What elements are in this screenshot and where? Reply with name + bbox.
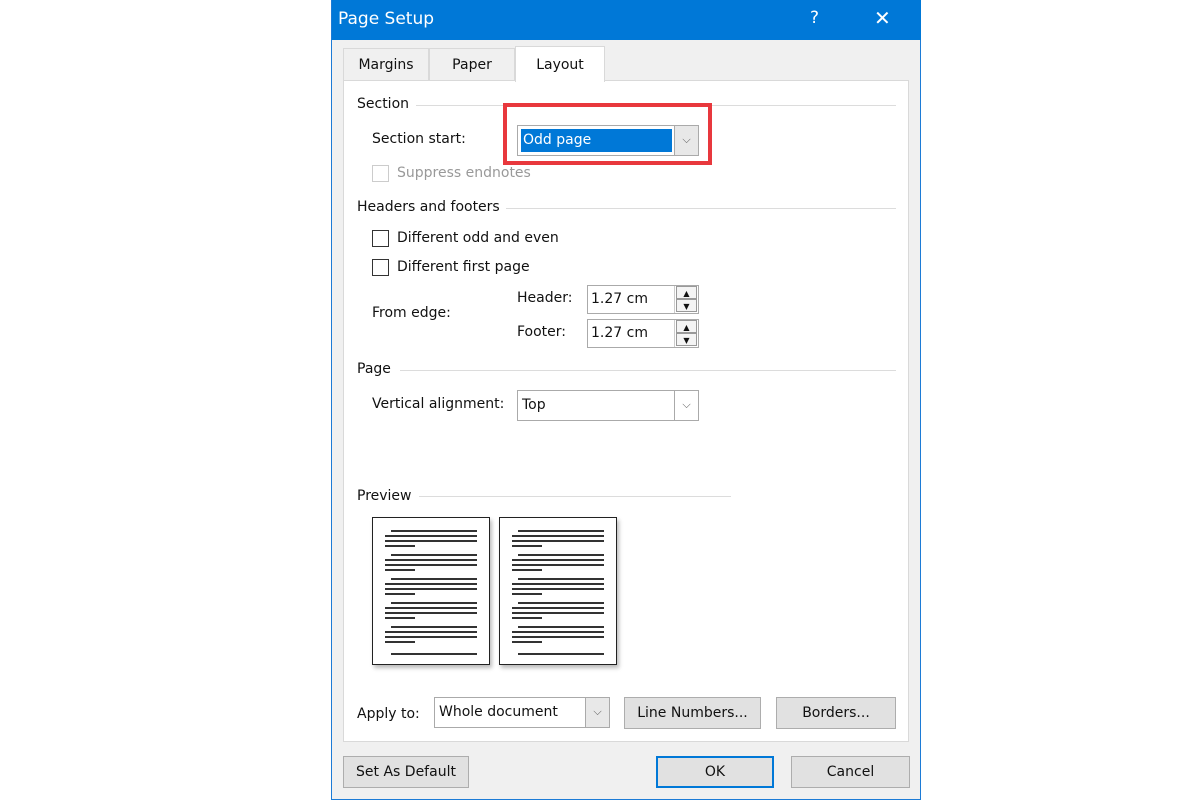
suppress-endnotes-label: Suppress endnotes (397, 165, 531, 181)
highlight-box (503, 103, 712, 165)
first-page-checkbox[interactable] (372, 259, 389, 276)
preview-line (385, 545, 415, 547)
apply-to-label: Apply to: (357, 706, 420, 722)
preview-line (512, 607, 604, 609)
tab-paper[interactable]: Paper (429, 48, 515, 81)
preview-line (512, 545, 542, 547)
footer-value: 1.27 cm (591, 325, 648, 341)
preview-line (512, 612, 604, 614)
vertical-alignment-select[interactable]: Top ⌵ (517, 390, 699, 421)
help-icon[interactable]: ? (810, 8, 819, 28)
preview-line (385, 631, 477, 633)
close-icon[interactable]: ✕ (874, 6, 891, 30)
preview-line (385, 583, 477, 585)
ok-button[interactable]: OK (656, 756, 774, 788)
preview-line (385, 617, 415, 619)
suppress-endnotes-checkbox[interactable] (372, 165, 389, 182)
title-bar: Page Setup ? ✕ (332, 0, 921, 40)
chevron-down-icon[interactable]: ⌵ (674, 391, 698, 420)
preview-line (518, 530, 604, 532)
footer-label: Footer: (517, 324, 567, 340)
preview-line (518, 578, 604, 580)
spin-up-icon[interactable]: ▲ (676, 320, 697, 333)
preview-line (518, 626, 604, 628)
preview-line (512, 636, 604, 638)
preview-line (385, 593, 415, 595)
borders-button[interactable]: Borders... (776, 697, 896, 729)
preview-line (385, 540, 477, 542)
preview-line (385, 641, 415, 643)
preview-line (518, 653, 604, 655)
spin-up-icon[interactable]: ▲ (676, 286, 697, 299)
preview-line (391, 578, 477, 580)
header-label: Header: (517, 290, 573, 306)
preview-line (391, 554, 477, 556)
cancel-button[interactable]: Cancel (791, 756, 910, 788)
page-heading: Page (357, 361, 391, 377)
preview-line (385, 564, 477, 566)
apply-to-value: Whole document (439, 704, 558, 720)
preview-line (391, 530, 477, 532)
preview-heading: Preview (357, 488, 412, 504)
page-setup-dialog: Page Setup ? ✕ Margins Paper Section Sec… (331, 0, 921, 800)
preview-line (385, 612, 477, 614)
preview-line (512, 583, 604, 585)
preview-line (512, 564, 604, 566)
dialog-title: Page Setup (338, 9, 435, 29)
header-spinner[interactable]: 1.27 cm ▲ ▼ (587, 285, 699, 314)
preview-line (512, 559, 604, 561)
from-edge-label: From edge: (372, 305, 451, 321)
vertical-alignment-value: Top (522, 397, 546, 413)
preview-line (518, 602, 604, 604)
set-as-default-button[interactable]: Set As Default (343, 756, 469, 788)
divider (419, 496, 731, 497)
preview-line (385, 636, 477, 638)
preview-line (512, 641, 542, 643)
footer-spinner[interactable]: 1.27 cm ▲ ▼ (587, 319, 699, 348)
preview-page-right (499, 517, 617, 665)
preview-line (512, 569, 542, 571)
layout-panel: Section Section start: Odd page ⌵ Suppre… (343, 80, 909, 742)
preview-line (385, 569, 415, 571)
preview-line (391, 602, 477, 604)
header-value: 1.27 cm (591, 291, 648, 307)
divider (506, 208, 896, 209)
preview-line (512, 540, 604, 542)
section-start-label: Section start: (372, 131, 466, 147)
section-heading: Section (357, 96, 410, 112)
tab-layout[interactable]: Layout (515, 46, 605, 82)
preview-line (391, 626, 477, 628)
tab-margins[interactable]: Margins (343, 48, 429, 81)
chevron-down-icon[interactable]: ⌵ (585, 698, 609, 727)
preview-line (385, 607, 477, 609)
spin-down-icon[interactable]: ▼ (676, 299, 697, 312)
headers-footers-heading: Headers and footers (357, 199, 500, 215)
odd-even-label: Different odd and even (397, 230, 559, 246)
preview-line (512, 631, 604, 633)
preview-line (512, 617, 542, 619)
apply-to-select[interactable]: Whole document ⌵ (434, 697, 610, 728)
preview-page-left (372, 517, 490, 665)
preview-line (518, 554, 604, 556)
preview-line (512, 588, 604, 590)
preview-line (391, 653, 477, 655)
preview-line (385, 559, 477, 561)
first-page-label: Different first page (397, 259, 530, 275)
preview-line (512, 593, 542, 595)
odd-even-checkbox[interactable] (372, 230, 389, 247)
line-numbers-button[interactable]: Line Numbers... (624, 697, 761, 729)
divider (400, 370, 896, 371)
spin-down-icon[interactable]: ▼ (676, 333, 697, 346)
vertical-alignment-label: Vertical alignment: (372, 396, 505, 412)
preview-line (512, 535, 604, 537)
preview-line (385, 535, 477, 537)
preview-line (385, 588, 477, 590)
